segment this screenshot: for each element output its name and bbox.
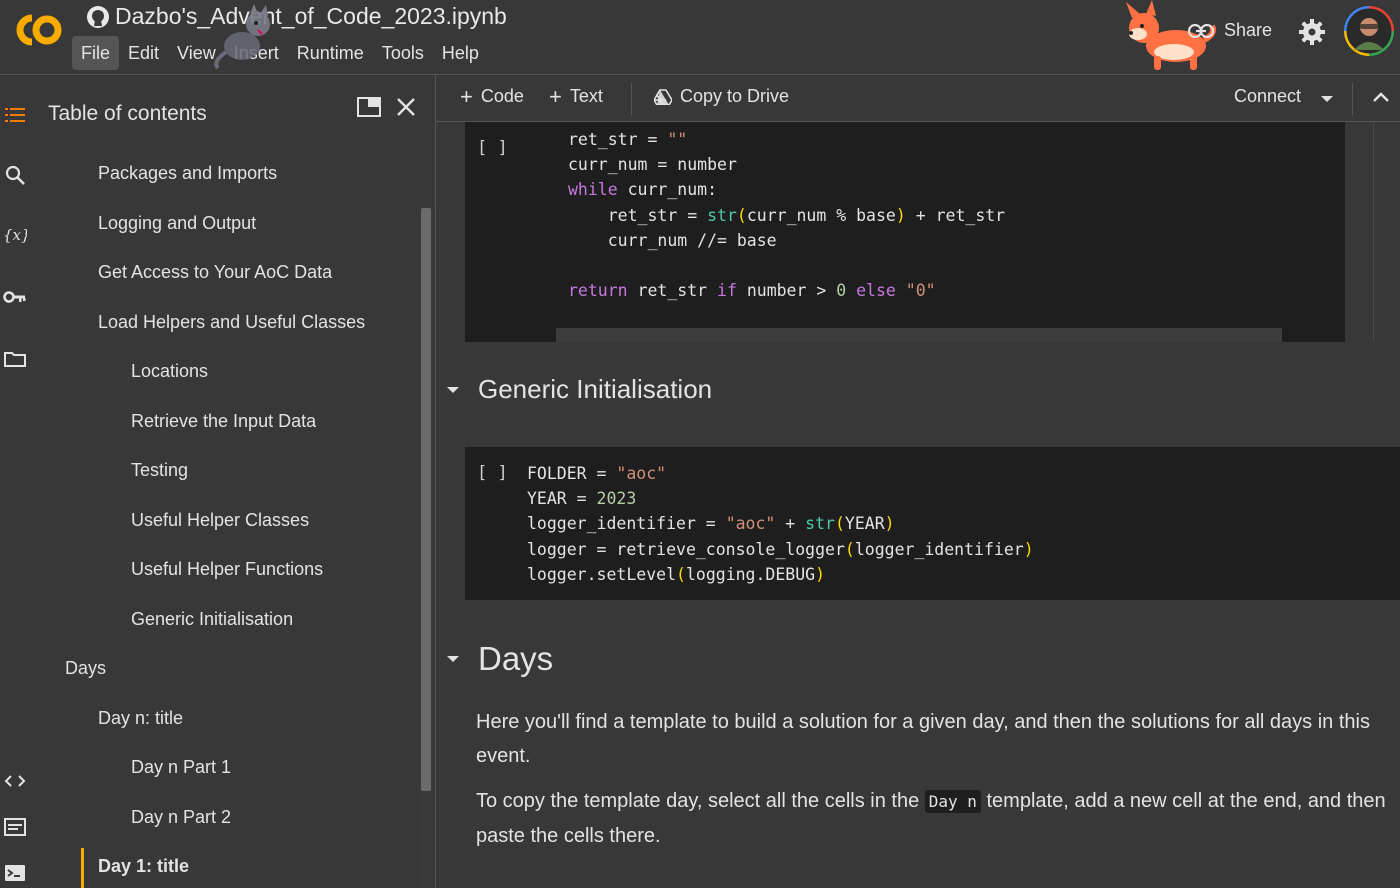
code-cell[interactable]: [ ] ret_str = "" curr_num = number while… bbox=[465, 122, 1374, 342]
toc-item-generic-initialisation[interactable]: Generic Initialisation bbox=[131, 609, 293, 630]
add-text-button[interactable]: + Text bbox=[549, 83, 603, 109]
toc-item-locations[interactable]: Locations bbox=[131, 361, 208, 382]
gear-icon[interactable] bbox=[1298, 18, 1326, 46]
section-heading[interactable]: Generic Initialisation bbox=[446, 374, 712, 405]
code-line: curr_num //= base bbox=[568, 230, 777, 250]
svg-text:{x}: {x} bbox=[3, 226, 27, 244]
toc-title: Table of contents bbox=[48, 102, 207, 125]
collapse-section-icon[interactable] bbox=[446, 654, 460, 664]
section-title: Generic Initialisation bbox=[478, 374, 713, 404]
code-line: logger.setLevel(logging.DEBUG) bbox=[527, 564, 826, 584]
connect-label: Connect bbox=[1234, 86, 1302, 106]
toc-scrollbar-thumb[interactable] bbox=[421, 208, 431, 791]
github-icon bbox=[87, 6, 109, 28]
collapse-section-icon[interactable] bbox=[446, 385, 460, 395]
toc-item-useful-helper-classes[interactable]: Useful Helper Classes bbox=[131, 510, 309, 531]
notebook-content: [ ] ret_str = "" curr_num = number while… bbox=[436, 122, 1400, 888]
top-bar: Dazbo's_Advent_of_Code_2023.ipynb File E… bbox=[0, 0, 1400, 75]
toc-item-day-n-part-2[interactable]: Day n Part 2 bbox=[131, 807, 231, 828]
menu-runtime[interactable]: Runtime bbox=[288, 36, 373, 70]
plus-icon: + bbox=[549, 83, 562, 109]
expand-panel-icon[interactable] bbox=[356, 95, 382, 119]
toc-item-logging-and-output[interactable]: Logging and Output bbox=[98, 213, 256, 234]
code-line: FOLDER = "aoc" bbox=[527, 464, 667, 483]
toc-list: Packages and Imports Logging and Output … bbox=[38, 133, 418, 888]
toc-item-day-n-part-1[interactable]: Day n Part 1 bbox=[131, 757, 231, 778]
drive-icon bbox=[654, 88, 672, 105]
code-editor[interactable]: ret_str = "" curr_num = number while cur… bbox=[568, 127, 1005, 303]
toc-item-useful-helper-functions[interactable]: Useful Helper Functions bbox=[131, 559, 323, 580]
chevron-down-icon[interactable] bbox=[1320, 94, 1334, 104]
inline-code: Day n bbox=[924, 790, 981, 813]
add-text-label: Text bbox=[569, 86, 603, 106]
code-line: curr_num = number bbox=[568, 155, 737, 175]
avatar[interactable] bbox=[1344, 6, 1394, 56]
toc-item-days[interactable]: Days bbox=[65, 658, 106, 679]
share-label: Share bbox=[1224, 20, 1273, 40]
toolbar-divider bbox=[631, 83, 632, 115]
toc-item-load-helpers[interactable]: Load Helpers and Useful Classes bbox=[98, 312, 365, 333]
toc-item-retrieve-input-data[interactable]: Retrieve the Input Data bbox=[131, 411, 316, 432]
command-palette-icon[interactable] bbox=[3, 815, 27, 839]
left-rail: {x} bbox=[0, 75, 38, 888]
run-cell-button[interactable]: [ ] bbox=[477, 463, 508, 483]
toc-icon[interactable] bbox=[3, 103, 27, 127]
notebook-toolbar: + Code + Text Copy to Drive Connect bbox=[436, 75, 1400, 122]
add-code-button[interactable]: + Code bbox=[460, 83, 524, 109]
copy-to-drive-label: Copy to Drive bbox=[680, 86, 790, 106]
toc-item-day-n-title[interactable]: Day n: title bbox=[98, 708, 183, 729]
code-snippets-icon[interactable] bbox=[3, 769, 27, 793]
variables-icon[interactable]: {x} bbox=[3, 223, 27, 247]
add-code-label: Code bbox=[480, 86, 524, 106]
run-cell-button[interactable]: [ ] bbox=[477, 138, 508, 158]
notebook-title[interactable]: Dazbo's_Advent_of_Code_2023.ipynb bbox=[115, 3, 507, 30]
text-paragraph: To copy the template day, select all the… bbox=[476, 784, 1396, 853]
chevron-up-icon[interactable] bbox=[1372, 90, 1390, 104]
search-icon[interactable] bbox=[3, 163, 27, 187]
cell-divider bbox=[1373, 122, 1374, 342]
text-paragraph: Here you'll find a template to build a s… bbox=[476, 711, 1370, 767]
toc-current-indicator bbox=[81, 848, 84, 888]
toc-item-day-1-title[interactable]: Day 1: title bbox=[98, 856, 189, 877]
code-line: YEAR = 2023 bbox=[527, 489, 637, 509]
code-cell[interactable]: [ ] FOLDER = "aoc" YEAR = 2023 logger_id… bbox=[465, 447, 1400, 600]
code-line: ret_str = str(curr_num % base) + ret_str bbox=[568, 205, 1006, 225]
code-line: while curr_num: bbox=[568, 180, 718, 200]
horizontal-scrollbar[interactable] bbox=[556, 328, 1282, 342]
close-icon[interactable] bbox=[394, 95, 418, 119]
plus-icon: + bbox=[460, 83, 473, 109]
share-button[interactable]: Share bbox=[1188, 20, 1272, 41]
section-title: Days bbox=[478, 640, 554, 677]
copy-to-drive-button[interactable]: Copy to Drive bbox=[654, 86, 789, 107]
code-line: logger = retrieve_console_logger(logger_… bbox=[527, 539, 1034, 559]
toc-item-get-access-to-aoc-data[interactable]: Get Access to Your AoC Data bbox=[98, 262, 332, 283]
connect-button[interactable]: Connect bbox=[1234, 86, 1301, 107]
colab-logo[interactable] bbox=[6, 10, 64, 50]
code-line: logger_identifier = "aoc" + str(YEAR) bbox=[527, 514, 895, 534]
menu-help[interactable]: Help bbox=[433, 36, 488, 70]
menu-edit[interactable]: Edit bbox=[119, 36, 168, 70]
folder-icon[interactable] bbox=[3, 347, 27, 371]
menu-tools[interactable]: Tools bbox=[373, 36, 433, 70]
link-icon bbox=[1188, 23, 1214, 38]
terminal-icon[interactable] bbox=[3, 861, 27, 885]
menu-file[interactable]: File bbox=[72, 36, 120, 70]
code-line: ret_str = "" bbox=[568, 130, 688, 149]
toolbar-divider bbox=[1352, 83, 1353, 115]
toc-item-testing[interactable]: Testing bbox=[131, 460, 188, 481]
cat-mascot-icon bbox=[214, 4, 270, 70]
code-editor[interactable]: FOLDER = "aoc" YEAR = 2023 logger_identi… bbox=[527, 461, 1034, 587]
key-icon[interactable] bbox=[3, 285, 27, 309]
code-line: return ret_str if number > 0 else "0" bbox=[568, 281, 936, 301]
text-run: To copy the template day, select all the… bbox=[476, 790, 925, 812]
toc-panel: Table of contents Packages and Imports L… bbox=[38, 75, 436, 888]
toc-item-packages-and-imports[interactable]: Packages and Imports bbox=[98, 163, 277, 184]
section-heading[interactable]: Days bbox=[446, 640, 553, 678]
